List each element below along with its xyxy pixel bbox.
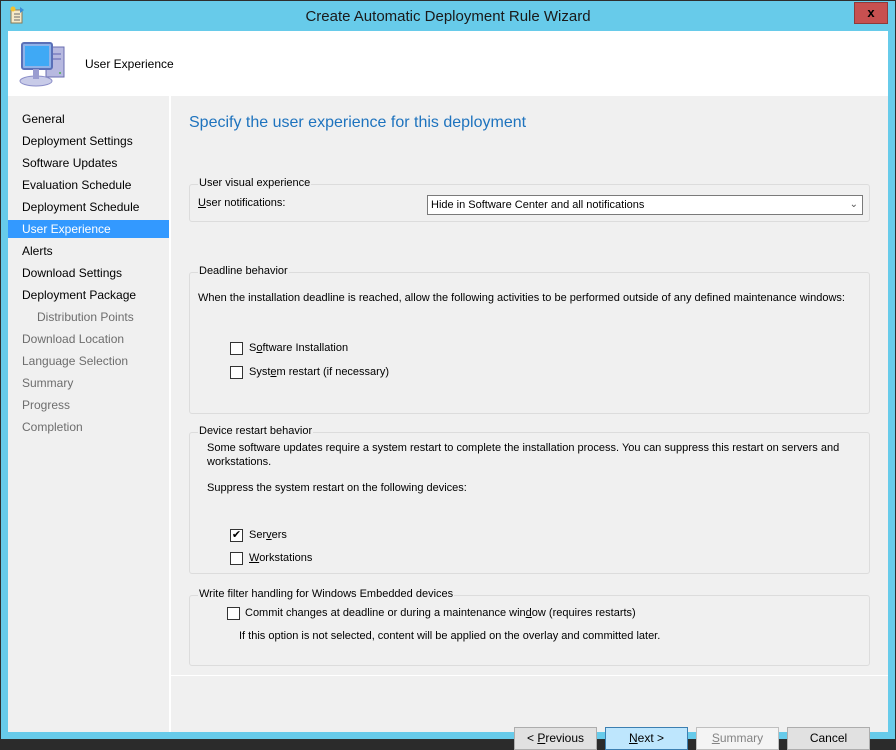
- commit-changes-checkbox[interactable]: [227, 607, 240, 620]
- nav-item-summary: Summary: [22, 376, 74, 390]
- next-button[interactable]: Next >: [605, 727, 688, 750]
- dropdown-value: Hide in Software Center and all notifica…: [431, 199, 645, 211]
- label-part: ftware Installation: [262, 342, 349, 354]
- chevron-down-icon: ⌄: [849, 199, 858, 210]
- nav-item-software-updates[interactable]: Software Updates: [8, 154, 169, 172]
- nav-item-progress: Progress: [22, 398, 71, 412]
- restart-description-line1: Some software updates require a system r…: [207, 442, 840, 454]
- servers-checkbox[interactable]: ✔: [230, 529, 243, 542]
- nav-item-deployment-package[interactable]: Deployment Package: [8, 286, 169, 304]
- label-part: ext >: [637, 731, 665, 745]
- system-restart-checkbox[interactable]: [230, 366, 243, 379]
- label-part: ummary: [719, 731, 764, 745]
- user-notifications-label: User notifications:: [198, 197, 285, 209]
- nav-item-alerts[interactable]: Alerts: [8, 242, 169, 260]
- wizard-window: Create Automatic Deployment Rule Wizard …: [0, 0, 896, 750]
- label-text: ser notifications:: [205, 197, 286, 209]
- label-part: <: [526, 731, 538, 745]
- group-label: Write filter handling for Windows Embedd…: [198, 588, 455, 600]
- deadline-description: When the installation deadline is reache…: [198, 292, 845, 304]
- access-key: W: [249, 552, 260, 564]
- system-restart-label[interactable]: System restart (if necessary): [249, 366, 389, 378]
- restart-description-line2: workstations.: [207, 456, 272, 468]
- computer-icon: [19, 42, 65, 87]
- nav-item-download-location: Download Location: [22, 332, 125, 346]
- header-title: User Experience: [85, 57, 174, 71]
- commit-changes-label[interactable]: Commit changes at deadline or during a m…: [245, 607, 636, 619]
- software-installation-checkbox[interactable]: [230, 342, 243, 355]
- deadline-behavior-group: Deadline behavior When the installation …: [189, 265, 870, 414]
- close-button[interactable]: x: [854, 2, 888, 24]
- suppress-label: Suppress the system restart on the follo…: [207, 482, 467, 494]
- nav-item-language-selection: Language Selection: [22, 354, 129, 368]
- nav-item-general[interactable]: General: [8, 110, 169, 128]
- label-part: Syst: [249, 366, 271, 378]
- workstations-label[interactable]: Workstations: [249, 552, 312, 564]
- label-part: revious: [545, 731, 585, 745]
- wizard-page: Specify the user experience for this dep…: [171, 98, 888, 750]
- nav-item-deployment-schedule[interactable]: Deployment Schedule: [8, 198, 169, 216]
- access-key: U: [198, 197, 206, 209]
- nav-item-distribution-points: Distribution Points: [37, 310, 134, 324]
- group-label: Device restart behavior: [198, 425, 314, 437]
- servers-label[interactable]: Servers: [249, 529, 287, 541]
- nav-item-completion: Completion: [22, 420, 83, 434]
- write-filter-note: If this option is not selected, content …: [239, 630, 661, 642]
- group-label: Deadline behavior: [198, 265, 289, 277]
- label-part: Ser: [249, 529, 267, 541]
- write-filter-group: Write filter handling for Windows Embedd…: [189, 588, 870, 666]
- title-bar[interactable]: Create Automatic Deployment Rule Wizard …: [1, 1, 895, 31]
- label-part: orkstations: [259, 552, 313, 564]
- footer-divider: [171, 675, 888, 676]
- user-visual-experience-group: User visual experience User notification…: [189, 177, 870, 222]
- access-key: S: [711, 731, 720, 745]
- label-part: Commit changes at deadline or during a m…: [245, 607, 526, 619]
- software-installation-label[interactable]: Software Installation: [249, 342, 348, 354]
- access-key: N: [628, 731, 638, 745]
- nav-item-user-experience[interactable]: User Experience: [8, 220, 169, 238]
- previous-button[interactable]: < Previous: [514, 727, 597, 750]
- cancel-button[interactable]: Cancel: [787, 727, 870, 750]
- label-part: m restart (if necessary): [276, 366, 389, 378]
- user-notifications-dropdown[interactable]: Hide in Software Center and all notifica…: [427, 195, 863, 215]
- wizard-header: User Experience: [8, 31, 888, 96]
- label-part: ow (requires restarts): [531, 607, 636, 619]
- group-label: User visual experience: [198, 177, 312, 189]
- nav-item-evaluation-schedule[interactable]: Evaluation Schedule: [8, 176, 169, 194]
- page-title: Specify the user experience for this dep…: [189, 114, 527, 131]
- label-part: ers: [271, 529, 287, 541]
- workstations-checkbox[interactable]: [230, 552, 243, 565]
- nav-item-deployment-settings[interactable]: Deployment Settings: [8, 132, 169, 150]
- device-restart-behavior-group: Device restart behavior Some software up…: [189, 425, 870, 574]
- wizard-client-area: User Experience General Deployment Setti…: [8, 31, 888, 750]
- summary-button: Summary: [696, 727, 779, 750]
- wizard-step-nav: General Deployment Settings Software Upd…: [8, 98, 169, 732]
- checkmark-icon: ✔: [231, 529, 242, 541]
- close-icon: x: [867, 5, 875, 20]
- window-title: Create Automatic Deployment Rule Wizard: [305, 8, 591, 25]
- nav-item-download-settings[interactable]: Download Settings: [8, 264, 169, 282]
